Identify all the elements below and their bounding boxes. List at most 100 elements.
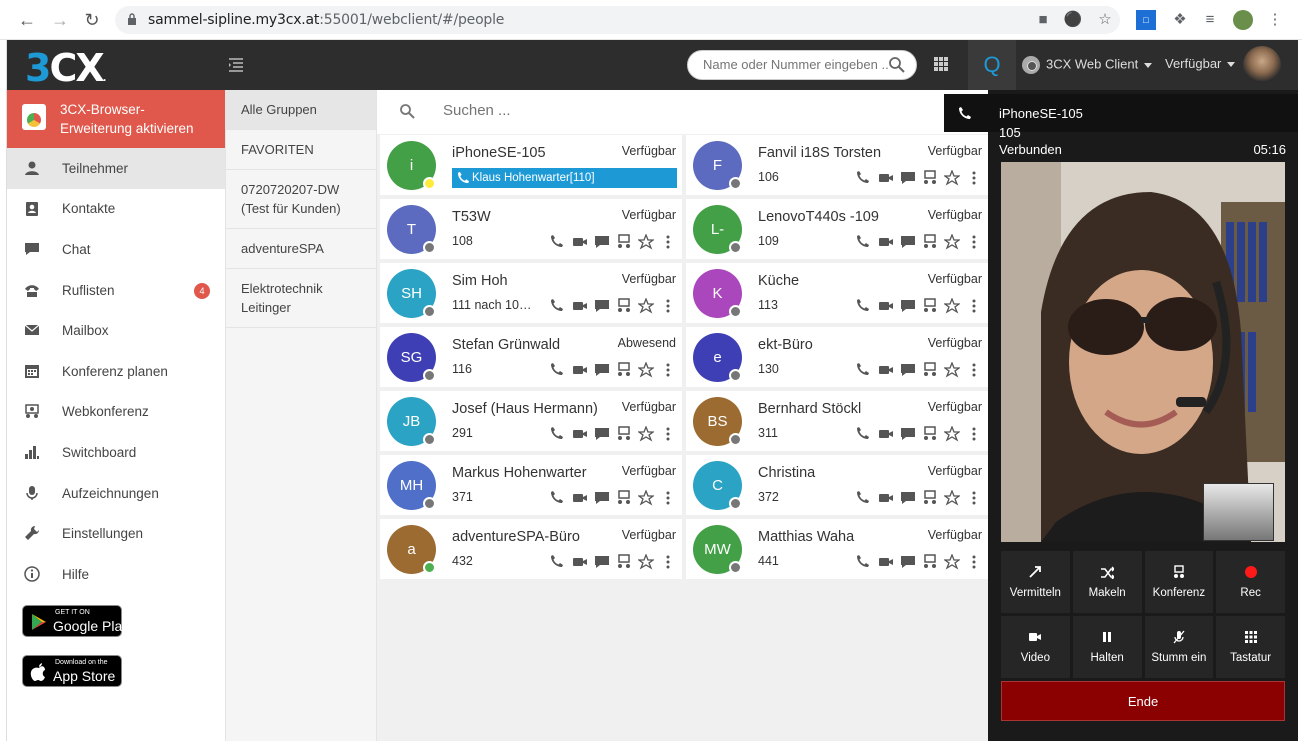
chat-icon[interactable]	[594, 298, 610, 314]
google-play-badge[interactable]: GET IT ON Google Play	[22, 605, 129, 637]
conference-icon[interactable]	[922, 554, 938, 570]
star-icon[interactable]	[943, 233, 961, 250]
chat-icon[interactable]	[594, 490, 610, 506]
video-icon[interactable]	[572, 554, 588, 570]
chat-icon[interactable]	[900, 234, 916, 250]
star-icon[interactable]	[637, 425, 655, 442]
global-search-input[interactable]	[703, 57, 888, 72]
star-icon[interactable]	[943, 553, 961, 570]
profile-avatar-icon[interactable]	[1233, 10, 1253, 30]
phone-icon[interactable]	[550, 426, 566, 442]
vermitteln-button[interactable]: Vermitteln	[1001, 551, 1070, 613]
more-vertical-icon[interactable]	[660, 554, 676, 570]
star-icon[interactable]	[943, 425, 961, 442]
camera-blocked-icon[interactable]: ■	[1033, 10, 1053, 30]
person-card[interactable]: F Fanvil i18S Torsten Verfügbar 106	[686, 135, 988, 195]
video-icon[interactable]	[572, 362, 588, 378]
conference-icon[interactable]	[616, 426, 632, 442]
person-card[interactable]: SG Stefan Grünwald Abwesend 116	[380, 327, 682, 387]
more-vertical-icon[interactable]	[660, 426, 676, 442]
video-icon[interactable]	[878, 170, 894, 186]
person-card[interactable]: MW Matthias Waha Verfügbar 441	[686, 519, 988, 579]
more-vertical-icon[interactable]	[660, 298, 676, 314]
reload-icon[interactable]: ↻	[81, 9, 103, 31]
video-icon[interactable]	[878, 554, 894, 570]
global-search[interactable]	[687, 50, 917, 80]
3cx-logo[interactable]: 3CX.	[25, 46, 106, 90]
chat-icon[interactable]	[594, 362, 610, 378]
star-icon[interactable]	[943, 169, 961, 186]
star-icon[interactable]	[637, 489, 655, 506]
conference-icon[interactable]	[616, 298, 632, 314]
address-bar[interactable]: sammel-sipline.my3cx.at:55001/webclient/…	[115, 6, 1120, 34]
star-bookmark-icon[interactable]: ☆	[1095, 10, 1115, 30]
chat-icon[interactable]	[594, 234, 610, 250]
sidebar-item-chat[interactable]: Chat	[7, 229, 225, 270]
conference-icon[interactable]	[616, 554, 632, 570]
chat-icon[interactable]	[900, 362, 916, 378]
sidebar-item-switchboard[interactable]: Switchboard	[7, 432, 225, 473]
video-button[interactable]: Video	[1001, 616, 1070, 678]
star-icon[interactable]	[637, 297, 655, 314]
more-vertical-icon[interactable]	[966, 490, 982, 506]
local-video-preview[interactable]	[1203, 483, 1274, 541]
phone-icon[interactable]	[856, 170, 872, 186]
user-avatar[interactable]	[1243, 46, 1281, 84]
phone-icon[interactable]	[550, 554, 566, 570]
active-call-bar[interactable]: Klaus Hohenwarter[110]	[452, 168, 677, 188]
video-icon[interactable]	[572, 426, 588, 442]
media-queue-icon[interactable]: ≡	[1200, 10, 1220, 30]
sidebar-item-konferenz-planen[interactable]: Konferenz planen	[7, 351, 225, 392]
video-icon[interactable]	[878, 362, 894, 378]
new-extension-icon[interactable]: □	[1136, 10, 1156, 30]
sidebar-item-hilfe[interactable]: Hilfe	[7, 554, 225, 595]
group-item-adventurespa[interactable]: adventureSPA	[226, 229, 376, 269]
sidebar-item-webkonferenz[interactable]: Webkonferenz	[7, 392, 225, 433]
person-card[interactable]: L- LenovoT440s -109 Verfügbar 109	[686, 199, 988, 259]
extensions-puzzle-icon[interactable]: ❖	[1170, 10, 1190, 30]
chat-icon[interactable]	[900, 490, 916, 506]
people-search-input[interactable]	[443, 102, 843, 119]
key-icon[interactable]: ⚫	[1063, 10, 1083, 30]
menu-toggle-icon[interactable]	[228, 56, 244, 72]
person-card[interactable]: MH Markus Hohenwarter Verfügbar 371	[380, 455, 682, 515]
more-vertical-icon[interactable]	[966, 426, 982, 442]
person-card[interactable]: BS Bernhard Stöckl Verfügbar 311	[686, 391, 988, 451]
video-icon[interactable]	[572, 298, 588, 314]
sidebar-item-einstellungen[interactable]: Einstellungen	[7, 513, 225, 554]
more-vertical-icon[interactable]	[966, 170, 982, 186]
client-selector[interactable]: 3CX Web Client	[1022, 56, 1153, 74]
video-icon[interactable]	[572, 234, 588, 250]
more-vertical-icon[interactable]	[660, 362, 676, 378]
conference-icon[interactable]	[922, 234, 938, 250]
sidebar-item-ruflisten[interactable]: Ruflisten 4	[7, 270, 225, 311]
more-vertical-icon[interactable]	[966, 298, 982, 314]
phone-icon[interactable]	[856, 298, 872, 314]
phone-icon[interactable]	[856, 234, 872, 250]
video-icon[interactable]	[878, 298, 894, 314]
more-vertical-icon[interactable]	[660, 234, 676, 250]
sidebar-item-mailbox[interactable]: Mailbox	[7, 310, 225, 351]
person-card[interactable]: a adventureSPA-Büro Verfügbar 432	[380, 519, 682, 579]
forward-icon[interactable]: →	[49, 9, 71, 31]
queue-button[interactable]: Q	[968, 40, 1016, 90]
star-icon[interactable]	[637, 233, 655, 250]
conference-icon[interactable]	[922, 426, 938, 442]
group-item-alle-gruppen[interactable]: Alle Gruppen	[226, 90, 376, 130]
sidebar-item-aufzeichnungen[interactable]: Aufzeichnungen	[7, 473, 225, 514]
konferenz-button[interactable]: Konferenz	[1144, 551, 1214, 613]
chat-icon[interactable]	[900, 426, 916, 442]
back-icon[interactable]: ←	[16, 9, 38, 31]
video-icon[interactable]	[572, 490, 588, 506]
makeln-button[interactable]: Makeln	[1072, 551, 1142, 613]
phone-icon[interactable]	[550, 362, 566, 378]
star-icon[interactable]	[943, 489, 961, 506]
app-store-badge[interactable]: Download on the App Store	[22, 655, 122, 687]
group-item-favoriten[interactable]: FAVORITEN	[226, 130, 376, 170]
person-card[interactable]: i iPhoneSE-105 Verfügbar Klaus Hohenwarter[…	[380, 135, 682, 195]
phone-icon[interactable]	[856, 554, 872, 570]
rec-button[interactable]: Rec	[1216, 551, 1285, 613]
apps-grid-icon[interactable]	[933, 56, 949, 72]
conference-icon[interactable]	[616, 234, 632, 250]
more-vertical-icon[interactable]	[966, 234, 982, 250]
